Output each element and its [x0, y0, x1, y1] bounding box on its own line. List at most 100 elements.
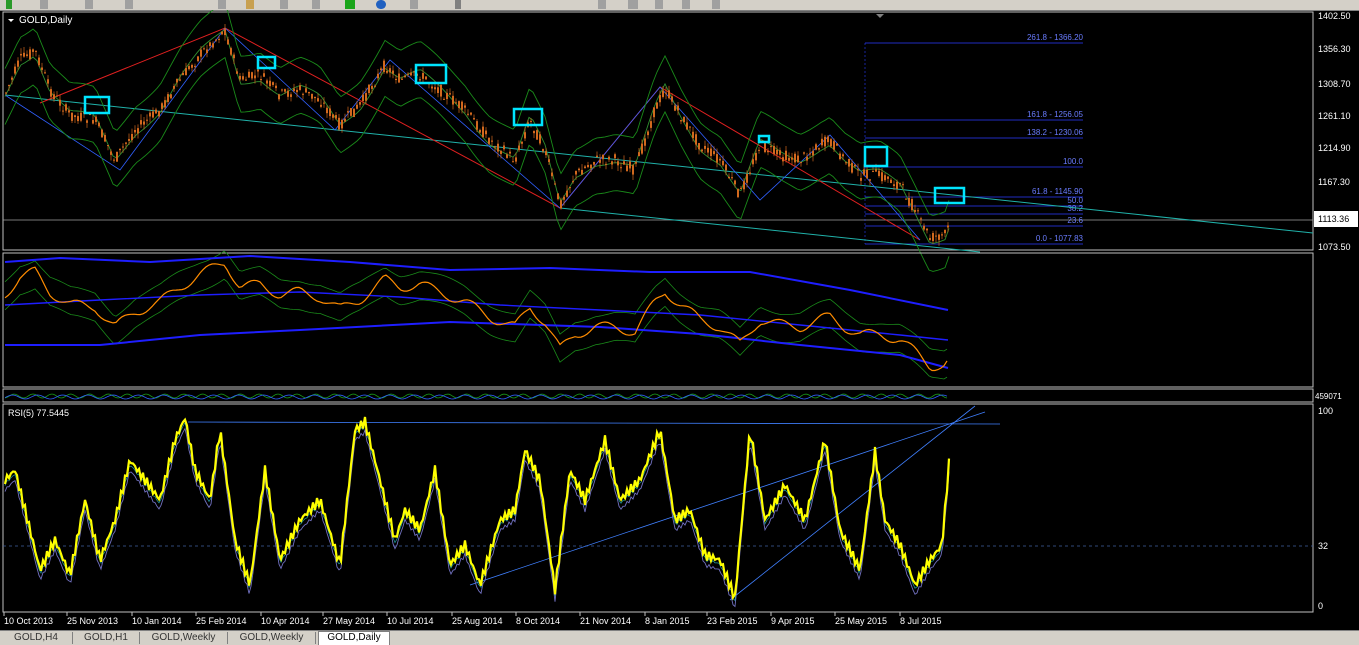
- candle-body: [407, 73, 409, 75]
- candle-body: [161, 103, 163, 109]
- price-panel[interactable]: GOLD,Daily 1402.50 1356.30 1308.70 1261.10 1…: [2, 10, 1358, 272]
- candle-body: [740, 187, 742, 189]
- toolbar-button[interactable]: [598, 0, 606, 9]
- candle-body: [350, 108, 352, 116]
- candle-body: [263, 73, 265, 77]
- candle-body: [338, 117, 340, 130]
- candle-body: [776, 149, 778, 155]
- candle-body: [671, 96, 673, 102]
- toolbar-button[interactable]: [712, 0, 720, 9]
- date-axis-label: 10 Oct 2013: [4, 616, 53, 626]
- toolbar-button[interactable]: [682, 0, 690, 9]
- toolbar-button[interactable]: [628, 0, 638, 9]
- candle-body: [212, 43, 214, 48]
- candle-body: [128, 138, 130, 141]
- candle-body: [656, 102, 658, 109]
- candle-body: [836, 143, 838, 146]
- candle-body: [44, 72, 46, 74]
- rsi-resistance-line[interactable]: [187, 421, 1001, 425]
- candle-body: [914, 210, 916, 212]
- candle-body: [275, 85, 277, 89]
- toolbar-button[interactable]: [655, 0, 663, 9]
- candle-body: [752, 159, 754, 165]
- toolbar-button[interactable]: [125, 0, 133, 9]
- tab-gold-h1[interactable]: GOLD,H1: [73, 632, 140, 644]
- candle-body: [578, 168, 580, 171]
- chart-menu-icon[interactable]: [8, 19, 14, 22]
- candle-body: [839, 153, 841, 160]
- candle-body: [197, 56, 199, 62]
- candle-body: [38, 57, 40, 66]
- band-line: [4, 28, 950, 244]
- candle-body: [509, 151, 511, 154]
- toolbar-button[interactable]: [280, 0, 288, 9]
- toolbar-button[interactable]: [246, 0, 254, 9]
- tab-gold-weekly-2[interactable]: GOLD,Weekly: [228, 632, 316, 644]
- candle-body: [797, 155, 799, 163]
- candle-body: [767, 150, 769, 153]
- candle-body: [293, 88, 295, 92]
- candle-body: [716, 154, 718, 163]
- add-icon[interactable]: [345, 0, 355, 9]
- volume-lines: [4, 393, 948, 400]
- candle-body: [902, 184, 904, 186]
- candle-body: [662, 90, 664, 97]
- candle-body: [497, 143, 499, 152]
- toolbar-button[interactable]: [410, 0, 418, 9]
- candle-body: [851, 162, 853, 173]
- price-panel-border: [2, 11, 1314, 251]
- candle-body: [557, 193, 559, 200]
- date-axis-label: 25 May 2015: [835, 616, 887, 626]
- cursor-icon[interactable]: [455, 0, 461, 9]
- candle-body: [935, 235, 937, 237]
- fibonacci-levels[interactable]: 261.8 - 1366.20 161.8 - 1256.05 138.2 - 12…: [864, 33, 1084, 245]
- chart-shift-icon[interactable]: [876, 14, 884, 18]
- candle-body: [830, 139, 832, 147]
- toolbar-button[interactable]: [6, 0, 12, 9]
- candle-body: [380, 68, 382, 71]
- candle-body: [482, 126, 484, 138]
- tab-gold-weekly[interactable]: GOLD,Weekly: [140, 632, 228, 644]
- candle-body: [209, 42, 211, 47]
- candle-body: [284, 89, 286, 92]
- toolbar-button[interactable]: [376, 0, 386, 9]
- band-line: [4, 10, 950, 216]
- date-axis-label: 10 Jul 2014: [387, 616, 434, 626]
- candle-body: [518, 145, 520, 151]
- candle-body: [92, 120, 94, 124]
- candle-body: [641, 143, 643, 154]
- candle-body: [182, 72, 184, 76]
- candle-body: [248, 71, 250, 78]
- toolbar-button[interactable]: [40, 0, 48, 9]
- toolbar-button[interactable]: [218, 0, 226, 9]
- toolbar-button[interactable]: [312, 0, 320, 9]
- trendline-upper[interactable]: [4, 94, 1314, 234]
- candle-body: [245, 79, 247, 81]
- candle-body: [569, 187, 571, 189]
- candle-body: [602, 154, 604, 160]
- toolbar-button[interactable]: [85, 0, 93, 9]
- candle-body: [905, 198, 907, 200]
- candle-body: [281, 89, 283, 91]
- candle-body: [626, 165, 628, 172]
- candle-body: [389, 68, 391, 73]
- candle-body: [371, 85, 373, 89]
- indicator-panel[interactable]: [2, 250, 1314, 388]
- tab-gold-h4[interactable]: GOLD,H4: [0, 632, 73, 644]
- rsi-trendline-1[interactable]: [469, 411, 986, 586]
- candle-body: [638, 152, 640, 157]
- candle-body: [464, 105, 466, 108]
- rsi-trendline-2[interactable]: [729, 405, 976, 601]
- chart-area[interactable]: GOLD,Daily 1402.50 1356.30 1308.70 1261.10 1…: [0, 10, 1359, 630]
- candle-body: [470, 112, 472, 115]
- indicator-value-label: 459071: [1315, 392, 1342, 401]
- volume-panel[interactable]: 459071: [2, 388, 1342, 403]
- tab-gold-daily[interactable]: GOLD,Daily: [318, 631, 390, 645]
- candle-body: [701, 149, 703, 152]
- date-axis: 10 Oct 2013 25 Nov 2013 10 Jan 2014 25 Feb …: [3, 612, 942, 626]
- candle-body: [731, 177, 733, 179]
- rsi-panel[interactable]: RSI(5) 77.5445 100 32 0: [2, 403, 1333, 613]
- candle-body: [581, 169, 583, 175]
- candle-body: [200, 49, 202, 57]
- indicator-lines: [4, 250, 949, 380]
